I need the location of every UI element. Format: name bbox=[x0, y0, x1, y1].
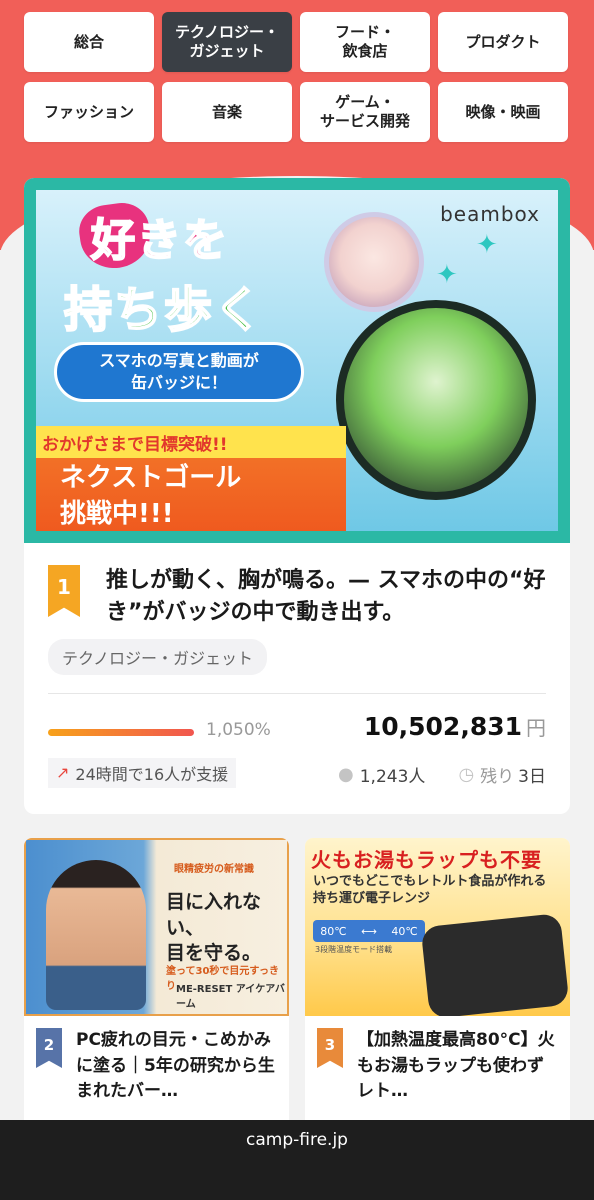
category-fashion[interactable]: ファッション bbox=[24, 82, 154, 142]
project-title[interactable]: 推しが動く、胸が鳴る。— スマホの中の“好き”がバッジの中で動き出す。 bbox=[106, 565, 546, 629]
banner-goal-note: おかげさまで目標突破!! bbox=[42, 435, 228, 455]
image-headline: 火もお湯もラップも不要 bbox=[311, 848, 542, 872]
supporter-value: 1,243人 bbox=[359, 766, 426, 787]
banner-headline-top: 好きを bbox=[90, 214, 229, 267]
category-grid: 総合 テクノロジー・ ガジェット フード・ 飲食店 プロダクト ファッション 音… bbox=[24, 12, 570, 142]
banner-headline-bottom: 持ち歩く bbox=[63, 281, 265, 339]
rank-badge: 1 bbox=[48, 565, 80, 617]
time-remaining: ◷ 残り 3日 bbox=[458, 762, 546, 787]
project-image: 眼精疲労の新常識 目に入れない、 目を守る。 塗って30秒で目元すっきり ME-… bbox=[24, 838, 289, 1016]
supporter-count: ● 1,243人 bbox=[338, 762, 425, 787]
sparkle-icon: ✦ bbox=[436, 260, 458, 290]
funding-percent: 1,050% bbox=[206, 719, 271, 740]
category-music[interactable]: 音楽 bbox=[162, 82, 292, 142]
brand-logo: beambox bbox=[440, 202, 540, 226]
project-image: 火もお湯もラップも不要 いつでもどこでもレトルト食品が作れる 持ち運び電子レンジ… bbox=[305, 838, 570, 1016]
banner-pill: スマホの写真と動画が 缶バッジに！ bbox=[54, 342, 304, 402]
product-case-photo bbox=[420, 912, 570, 1016]
project-card-2[interactable]: 眼精疲労の新常識 目に入れない、 目を守る。 塗って30秒で目元すっきり ME-… bbox=[24, 838, 289, 1138]
category-product[interactable]: プロダクト bbox=[438, 12, 568, 72]
rank-badge: 3 bbox=[317, 1028, 343, 1068]
browser-url-bar[interactable]: camp-fire.jp bbox=[0, 1120, 594, 1200]
featured-banner-image[interactable]: 好きを 持ち歩く スマホの写真と動画が 缶バッジに！ beambox ✦ ✦ お… bbox=[24, 178, 570, 543]
category-tag[interactable]: テクノロジー・ガジェット bbox=[48, 638, 268, 675]
amount-unit: 円 bbox=[526, 715, 546, 740]
temp-high: 80℃ bbox=[320, 924, 347, 938]
url-text: camp-fire.jp bbox=[246, 1130, 348, 1150]
featured-project-card[interactable]: 好きを 持ち歩く スマホの写真と動画が 缶バッジに！ beambox ✦ ✦ お… bbox=[24, 178, 570, 814]
support-note: 24時間で16人が支援 bbox=[75, 764, 229, 784]
trending-up-icon: ↗ bbox=[56, 763, 70, 783]
funding-progress-bar bbox=[48, 728, 194, 736]
badge-photo-large bbox=[336, 300, 536, 500]
temperature-strip: 80℃ ⟷ 40℃ bbox=[313, 920, 425, 942]
remaining-label: 残り bbox=[480, 766, 515, 787]
banner-next-goal: ネクストゴール 挑戦中!!! bbox=[60, 463, 242, 530]
temperature-mode: 3段階温度モード搭載 bbox=[315, 945, 393, 954]
project-card-3[interactable]: 火もお湯もラップも不要 いつでもどこでもレトルト食品が作れる 持ち運び電子レンジ… bbox=[305, 838, 570, 1138]
amount-value: 10,502,831 bbox=[363, 711, 522, 741]
category-food[interactable]: フード・ 飲食店 bbox=[300, 12, 430, 72]
image-caption-small: 眼精疲労の新常識 bbox=[174, 864, 254, 875]
funding-amount: 10,502,831 円 bbox=[364, 712, 546, 741]
temp-low: 40℃ bbox=[391, 924, 418, 938]
image-product-name: ME-RESET アイケアバーム bbox=[176, 984, 285, 1010]
banner-artwork: 好きを 持ち歩く スマホの写真と動画が 缶バッジに！ beambox ✦ ✦ お… bbox=[36, 190, 558, 531]
category-film[interactable]: 映像・映画 bbox=[438, 82, 568, 142]
category-technology-gadget[interactable]: テクノロジー・ ガジェット bbox=[162, 12, 292, 72]
person-photo bbox=[46, 860, 146, 1010]
sparkle-icon: ✦ bbox=[476, 230, 498, 260]
image-caption-main: 目に入れない、 目を守る。 bbox=[166, 891, 262, 965]
arrow-icon: ⟷ bbox=[361, 924, 377, 938]
image-subheadline: いつでもどこでもレトルト食品が作れる 持ち運び電子レンジ bbox=[313, 874, 547, 906]
person-icon: ● bbox=[338, 763, 354, 785]
category-game-service[interactable]: ゲーム・ サービス開発 bbox=[300, 82, 430, 142]
remaining-value: 3日 bbox=[518, 766, 546, 787]
project-title[interactable]: 【加熱温度最高80°C】火もお湯もラップも使わずレト… bbox=[357, 1028, 556, 1108]
rank-badge: 2 bbox=[36, 1028, 62, 1068]
project-title[interactable]: PC疲れの目元・こめかみに塗る｜5年の研究から生まれたバー… bbox=[76, 1028, 275, 1108]
category-all[interactable]: 総合 bbox=[24, 12, 154, 72]
support-trend: ↗ 24時間で16人が支援 bbox=[48, 757, 237, 788]
clock-icon: ◷ bbox=[458, 763, 475, 785]
badge-photo-small bbox=[324, 212, 424, 312]
